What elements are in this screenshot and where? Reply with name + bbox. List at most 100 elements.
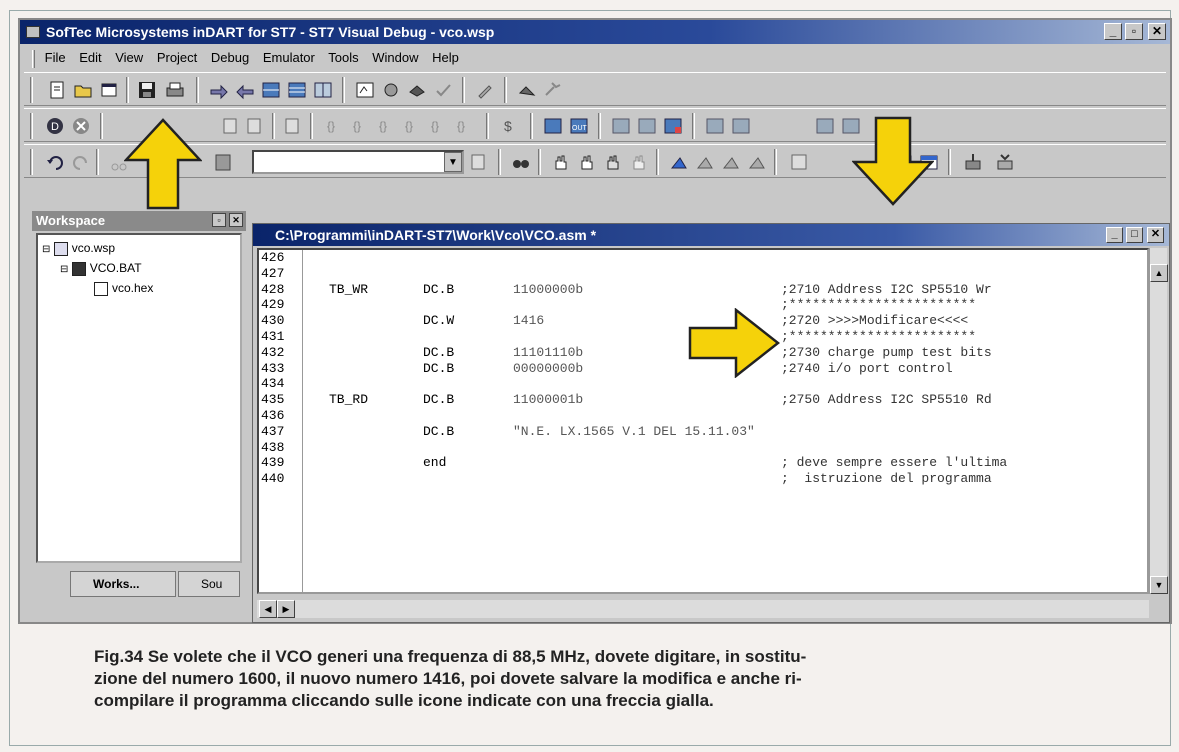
code-line[interactable] bbox=[303, 440, 1147, 456]
code-line[interactable]: TB_WR DC.B 11000000b ;2710 Address I2C SP55… bbox=[303, 282, 1147, 298]
tile-vertical-icon[interactable] bbox=[312, 79, 334, 101]
editor-minimize-button[interactable]: _ bbox=[1106, 227, 1123, 243]
dollar-icon[interactable]: $ bbox=[498, 115, 520, 137]
stop-debug-icon[interactable] bbox=[70, 115, 92, 137]
view-3-icon[interactable] bbox=[662, 115, 684, 137]
hand-icon[interactable] bbox=[550, 151, 572, 173]
save-icon[interactable] bbox=[136, 79, 158, 101]
print-icon[interactable] bbox=[164, 79, 186, 101]
registers-icon[interactable] bbox=[542, 115, 564, 137]
menu-debug[interactable]: Debug bbox=[211, 50, 249, 65]
menu-project[interactable]: Project bbox=[157, 50, 197, 65]
download-icon[interactable] bbox=[962, 151, 984, 173]
step-back-icon[interactable] bbox=[234, 79, 256, 101]
hand-3-icon[interactable] bbox=[602, 151, 624, 173]
editor-close-button[interactable]: ✕ bbox=[1147, 227, 1164, 243]
code-editor[interactable]: 426 427 428 429 430 431 432 433 434 435 436 437 438 4… bbox=[257, 248, 1149, 594]
view-4-icon[interactable] bbox=[704, 115, 726, 137]
code-line[interactable]: TB_RD DC.B 11000001b ;2750 Address I2C SP55… bbox=[303, 392, 1147, 408]
scroll-left-button[interactable]: ◀ bbox=[259, 600, 277, 618]
menu-file[interactable]: File bbox=[45, 50, 66, 65]
debug-icon[interactable]: D bbox=[44, 115, 66, 137]
tree-item-bat[interactable]: ⊟ VCO.BAT bbox=[60, 261, 142, 276]
output-icon[interactable]: OUT bbox=[568, 115, 590, 137]
windows-icon[interactable] bbox=[260, 79, 282, 101]
breakpoint-3-icon[interactable]: {} bbox=[376, 115, 398, 137]
scroll-right-button[interactable]: ▶ bbox=[277, 600, 295, 618]
code-lines[interactable]: TB_WR DC.B 11000000b ;2710 Address I2C SP55… bbox=[303, 250, 1147, 592]
hand-2-icon[interactable] bbox=[576, 151, 598, 173]
tab-source[interactable]: Sou bbox=[178, 571, 240, 597]
search-combo[interactable]: ▼ bbox=[252, 150, 464, 174]
program-icon[interactable] bbox=[994, 151, 1016, 173]
watch-icon[interactable] bbox=[354, 79, 376, 101]
code-line[interactable]: DC.B "N.E. LX.1565 V.1 DEL 15.11.03" bbox=[303, 424, 1147, 440]
binoculars-icon[interactable] bbox=[510, 151, 532, 173]
breakpoint-icon[interactable]: {} bbox=[324, 115, 346, 137]
code-line[interactable] bbox=[303, 250, 1147, 266]
minimize-button[interactable]: _ bbox=[1104, 23, 1122, 40]
step-out-icon[interactable] bbox=[244, 115, 266, 137]
editor-maximize-button[interactable]: □ bbox=[1126, 227, 1143, 243]
marker-3-icon[interactable] bbox=[720, 151, 742, 173]
memory-icon[interactable] bbox=[380, 79, 402, 101]
paste-icon[interactable] bbox=[212, 151, 234, 173]
tree-item-workspace[interactable]: ⊟ vco.wsp bbox=[42, 241, 115, 256]
step-over-icon[interactable] bbox=[220, 115, 242, 137]
breakpoint-4-icon[interactable]: {} bbox=[402, 115, 424, 137]
properties-icon[interactable] bbox=[788, 151, 810, 173]
scroll-up-button[interactable]: ▲ bbox=[1150, 264, 1168, 282]
marker-2-icon[interactable] bbox=[694, 151, 716, 173]
collapse-icon[interactable]: ⊟ bbox=[42, 244, 50, 255]
breakpoint-5-icon[interactable]: {} bbox=[428, 115, 450, 137]
redo-icon[interactable] bbox=[70, 151, 92, 173]
check-icon[interactable] bbox=[432, 79, 454, 101]
chip-icon[interactable] bbox=[406, 79, 428, 101]
tree-label: vco.hex bbox=[112, 281, 154, 295]
scroll-down-button[interactable]: ▼ bbox=[1150, 576, 1168, 594]
menu-tools[interactable]: Tools bbox=[328, 50, 358, 65]
menu-help[interactable]: Help bbox=[432, 50, 459, 65]
run-to-cursor-icon[interactable] bbox=[282, 115, 304, 137]
new-file-icon[interactable] bbox=[46, 79, 68, 101]
code-line[interactable]: ; istruzione del programma bbox=[303, 471, 1147, 487]
toolbar-separator bbox=[342, 77, 345, 103]
marker-icon[interactable] bbox=[668, 151, 690, 173]
dock-button[interactable]: ▫ bbox=[212, 213, 226, 227]
collapse-icon[interactable]: ⊟ bbox=[60, 264, 68, 275]
code-line[interactable] bbox=[303, 408, 1147, 424]
new-window-icon[interactable] bbox=[98, 79, 120, 101]
view-1-icon[interactable] bbox=[610, 115, 632, 137]
breakpoint-2-icon[interactable]: {} bbox=[350, 115, 372, 137]
horizontal-scrollbar[interactable]: ◀ ▶ bbox=[257, 600, 1149, 618]
tools-icon[interactable] bbox=[542, 79, 564, 101]
open-icon[interactable] bbox=[72, 79, 94, 101]
menu-emulator[interactable]: Emulator bbox=[263, 50, 315, 65]
find-icon[interactable] bbox=[468, 151, 490, 173]
close-button[interactable]: ✕ bbox=[1148, 23, 1166, 40]
tab-workspace[interactable]: Works... bbox=[70, 571, 176, 597]
code-line[interactable] bbox=[303, 376, 1147, 392]
step-into-icon[interactable] bbox=[208, 79, 230, 101]
menu-view[interactable]: View bbox=[115, 50, 143, 65]
view-2-icon[interactable] bbox=[636, 115, 658, 137]
menu-edit[interactable]: Edit bbox=[79, 50, 101, 65]
view-5-icon[interactable] bbox=[730, 115, 752, 137]
vertical-scrollbar[interactable]: ▲ ▼ bbox=[1149, 248, 1168, 594]
breakpoint-6-icon[interactable]: {} bbox=[454, 115, 476, 137]
tile-horizontal-icon[interactable] bbox=[286, 79, 308, 101]
chevron-down-icon[interactable]: ▼ bbox=[444, 152, 462, 172]
pen-icon[interactable] bbox=[474, 79, 496, 101]
marker-4-icon[interactable] bbox=[746, 151, 768, 173]
code-line[interactable] bbox=[303, 266, 1147, 282]
hand-4-icon[interactable] bbox=[628, 151, 650, 173]
undo-icon[interactable] bbox=[44, 151, 66, 173]
code-line[interactable]: end ; deve sempre essere l'ultima bbox=[303, 455, 1147, 471]
workspace-tabs: Works... Sou bbox=[36, 569, 242, 599]
restore-button[interactable]: ▫ bbox=[1125, 23, 1143, 40]
view-6-icon[interactable] bbox=[814, 115, 836, 137]
menu-window[interactable]: Window bbox=[372, 50, 418, 65]
workspace-close-button[interactable]: ✕ bbox=[229, 213, 243, 227]
assemble-icon[interactable] bbox=[516, 79, 538, 101]
tree-item-hex[interactable]: vco.hex bbox=[94, 281, 153, 296]
